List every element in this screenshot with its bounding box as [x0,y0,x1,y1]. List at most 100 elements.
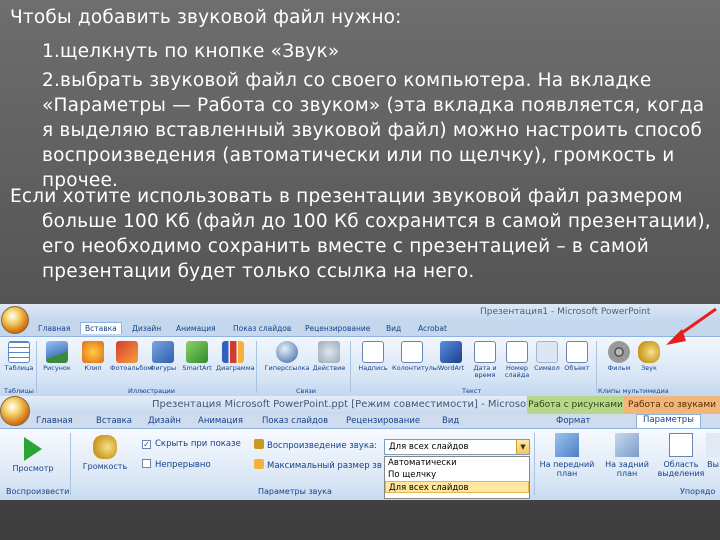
sound-tools-context: Работа со звуками [624,396,720,414]
hyperlink-button[interactable]: Гиперссылка [264,341,310,385]
tab-slideshow[interactable]: Показ слайдов [233,324,291,333]
play-mode-dropdown: Автоматически По щелчку Для всех слайдов [384,456,530,499]
volume-button[interactable]: Громкость [78,435,132,471]
chart-button[interactable]: Диаграмма [216,341,255,385]
tab-slideshow[interactable]: Показ слайдов [262,416,328,426]
group-sound-options-label: Параметры звука [258,487,332,496]
hide-during-show-checkbox[interactable]: ✓ Скрыть при показе [142,439,241,449]
bring-forward-icon [555,433,579,457]
play-sound-label: Воспроизведение звука: [254,439,377,451]
shapes-button[interactable]: Фигуры [146,341,180,385]
photo-album-icon [116,341,138,363]
shapes-icon [152,341,174,363]
table-icon [8,341,30,363]
wordart-button[interactable]: WordArt [434,341,468,385]
tab-options[interactable]: Параметры [636,414,701,429]
speaker-icon [638,341,660,363]
insert-ribbon-screenshot: Презентация1 - Microsoft PowerPoint Глав… [0,304,720,396]
textbox-icon [362,341,384,363]
note-text: Если хотите использовать в презентации з… [10,186,711,282]
tab-review[interactable]: Рецензирование [305,324,370,333]
movie-button[interactable]: Фильм [602,341,636,385]
table-button[interactable]: Таблица [2,341,36,385]
option-all-slides[interactable]: Для всех слайдов [385,481,529,493]
film-reel-icon [608,341,630,363]
play-mode-select[interactable]: Для всех слайдов ▼ [384,439,530,455]
chart-icon [222,341,244,363]
slide-number-button[interactable]: Номер слайда [500,341,534,385]
group-arrange-label: Упорядо [680,487,716,496]
tab-design[interactable]: Дизайн [148,416,181,426]
photo-album-button[interactable]: Фотоальбом [110,341,152,385]
sound-options-screenshot: Презентация Microsoft PowerPoint.ppt [Ре… [0,396,720,500]
picture-icon [46,341,68,363]
tab-view[interactable]: Вид [442,416,459,426]
tab-animation[interactable]: Анимация [176,324,216,333]
tab-acrobat[interactable]: Acrobat [418,324,447,333]
tab-review[interactable]: Рецензирование [346,416,420,426]
omega-icon [536,341,558,363]
smartart-icon [186,341,208,363]
max-size-icon [254,459,264,469]
align-icon [706,433,720,457]
tab-view[interactable]: Вид [386,324,401,333]
group-tables-label: Таблицы [4,387,34,395]
action-button[interactable]: Действие [312,341,346,385]
bring-forward-button[interactable]: На передний план [538,433,596,478]
tab-design[interactable]: Дизайн [132,324,161,333]
picture-button[interactable]: Рисунок [40,341,74,385]
smartart-button[interactable]: SmartArt [180,341,214,385]
speaker-icon [93,435,117,459]
titlebar: Презентация Microsoft PowerPoint.ppt [Ре… [0,396,720,414]
preview-button[interactable]: Просмотр [10,437,56,473]
action-icon [318,341,340,363]
group-links-label: Связи [296,387,316,395]
slide-bottom-area [0,500,720,540]
titlebar: Презентация1 - Microsoft PowerPoint [0,304,720,322]
option-on-click[interactable]: По щелчку [385,469,529,481]
selection-pane-icon [669,433,693,457]
datetime-button[interactable]: Дата и время [468,341,502,385]
quick-access-toolbar[interactable] [40,306,90,319]
tab-format[interactable]: Формат [556,416,591,426]
object-icon [566,341,588,363]
chevron-down-icon[interactable]: ▼ [516,440,529,454]
wordart-icon [440,341,462,363]
red-arrow-icon [666,307,717,345]
textbox-button[interactable]: Надпись [356,341,390,385]
step-one-text: 1.щелкнуть по кнопке «Звук» [42,41,340,62]
tab-home[interactable]: Главная [36,416,73,426]
clip-icon [82,341,104,363]
send-backward-button[interactable]: На задний план [600,433,654,478]
office-button[interactable] [1,306,29,334]
slide-number-icon [506,341,528,363]
ribbon-tabs: Главная Вставка Дизайн Анимация Показ сл… [0,414,720,429]
max-size-label: Максимальный размер зв [254,459,382,471]
calendar-icon [474,341,496,363]
tab-animation[interactable]: Анимация [198,416,243,426]
group-play-label: Воспроизвести [6,487,70,496]
checkmark-icon: ✓ [142,440,151,449]
intro-text: Чтобы добавить звуковой файл нужно: [10,7,402,28]
group-illustrations-label: Иллюстрации [128,387,175,395]
step-two-text: 2.выбрать звуковой файл со своего компью… [42,70,705,191]
tab-insert[interactable]: Вставка [96,416,132,426]
option-automatic[interactable]: Автоматически [385,457,529,469]
object-button[interactable]: Объект [560,341,594,385]
group-media-label: Клипы мультимедиа [598,387,669,395]
window-title: Презентация1 - Microsoft PowerPoint [480,307,651,317]
cut-off-button[interactable]: Вы [706,433,720,469]
loop-checkbox[interactable]: Непрерывно [142,459,211,470]
tab-home[interactable]: Главная [38,324,70,333]
group-text-label: Текст [462,387,482,395]
sound-options-ribbon: Просмотр Громкость ✓ Скрыть при показе Не… [0,428,720,500]
clip-button[interactable]: Клип [76,341,110,385]
picture-tools-context: Работа с рисунками [527,396,624,414]
header-footer-icon [401,341,423,363]
globe-icon [276,341,298,363]
symbol-button[interactable]: Символ [530,341,564,385]
tab-insert[interactable]: Вставка [80,322,122,334]
header-footer-button[interactable]: Колонтитулы [392,341,438,385]
selection-pane-button[interactable]: Область выделения [656,433,706,478]
play-icon [24,437,42,461]
